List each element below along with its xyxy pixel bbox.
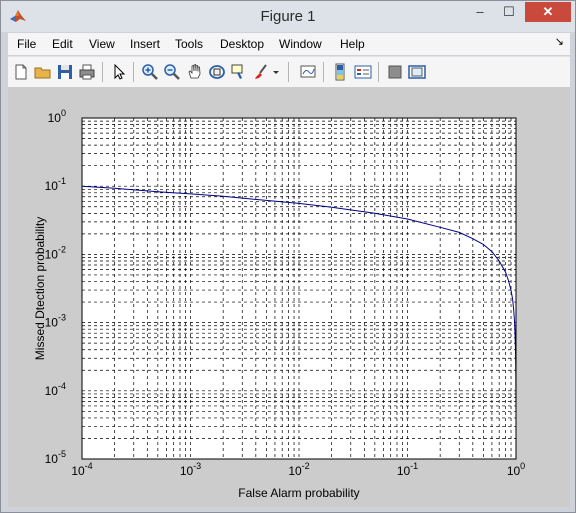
toolbar-separator bbox=[323, 62, 324, 82]
menu-bar: File Edit View Insert Tools Desktop Wind… bbox=[8, 33, 570, 55]
print-icon[interactable] bbox=[77, 62, 97, 82]
zoom-in-icon[interactable] bbox=[140, 62, 160, 82]
link-plot-icon[interactable] bbox=[298, 62, 318, 82]
y-axis-label: Missed Dtection probability bbox=[33, 217, 47, 360]
y-tick-label: 10-3 bbox=[45, 313, 66, 330]
menu-view[interactable]: View bbox=[89, 33, 115, 55]
toolbar-separator bbox=[378, 62, 379, 82]
chevron-down-icon[interactable] bbox=[271, 62, 281, 82]
title-bar[interactable]: Figure 1 – ☐ ✕ bbox=[1, 1, 575, 32]
pan-hand-icon[interactable] bbox=[185, 62, 205, 82]
y-tick-label: 10-4 bbox=[45, 381, 66, 398]
x-axis-label: False Alarm probability bbox=[238, 486, 359, 500]
menu-edit[interactable]: Edit bbox=[52, 33, 73, 55]
plot-axes[interactable]: 10-4 10-3 10-2 10-1 100 10-5 10-4 10-3 10-2 10-1… bbox=[8, 87, 570, 507]
open-file-icon[interactable] bbox=[33, 62, 53, 82]
x-tick-label: 10-3 bbox=[180, 461, 201, 478]
save-icon[interactable] bbox=[55, 62, 75, 82]
menu-file[interactable]: File bbox=[17, 33, 36, 55]
zoom-out-icon[interactable] bbox=[162, 62, 182, 82]
rotate-3d-icon[interactable] bbox=[207, 62, 227, 82]
menu-window[interactable]: Window bbox=[279, 33, 322, 55]
x-tick-labels: 10-4 10-3 10-2 10-1 100 bbox=[71, 461, 525, 478]
y-tick-label: 10-1 bbox=[45, 176, 66, 193]
y-tick-label: 10-2 bbox=[45, 244, 66, 261]
figure-canvas[interactable]: 10-4 10-3 10-2 10-1 100 10-5 10-4 10-3 10-2 10-1… bbox=[8, 87, 570, 507]
x-tick-label: 10-4 bbox=[71, 461, 92, 478]
legend-icon[interactable] bbox=[353, 62, 373, 82]
edit-plot-arrow-icon[interactable] bbox=[109, 62, 129, 82]
data-cursor-icon[interactable] bbox=[229, 62, 249, 82]
x-tick-label: 10-2 bbox=[288, 461, 309, 478]
menu-insert[interactable]: Insert bbox=[130, 33, 160, 55]
figure-window: Figure 1 – ☐ ✕ File Edit View Insert Too… bbox=[0, 0, 576, 513]
y-tick-label: 10-5 bbox=[45, 449, 66, 466]
menu-desktop[interactable]: Desktop bbox=[220, 33, 264, 55]
x-tick-label: 10-1 bbox=[397, 461, 418, 478]
menu-help[interactable]: Help bbox=[340, 33, 365, 55]
hide-plot-tools-icon[interactable] bbox=[385, 62, 405, 82]
new-figure-icon[interactable] bbox=[11, 62, 31, 82]
toolbar-separator bbox=[102, 62, 103, 82]
toolbar-separator bbox=[288, 62, 289, 82]
figure-toolbar bbox=[8, 56, 570, 88]
maximize-button[interactable]: ☐ bbox=[495, 2, 523, 22]
minimize-button[interactable]: – bbox=[466, 2, 494, 22]
colorbar-icon[interactable] bbox=[330, 62, 350, 82]
toolbar-separator bbox=[133, 62, 134, 82]
close-button[interactable]: ✕ bbox=[525, 2, 571, 22]
menu-tools[interactable]: Tools bbox=[175, 33, 203, 55]
x-tick-label: 100 bbox=[507, 461, 525, 478]
y-tick-label: 100 bbox=[48, 108, 66, 125]
dock-arrow-icon[interactable]: ↘ bbox=[555, 35, 564, 48]
brush-icon[interactable] bbox=[251, 62, 271, 82]
y-tick-labels: 10-5 10-4 10-3 10-2 10-1 100 bbox=[45, 108, 66, 466]
show-plot-tools-icon[interactable] bbox=[407, 62, 427, 82]
